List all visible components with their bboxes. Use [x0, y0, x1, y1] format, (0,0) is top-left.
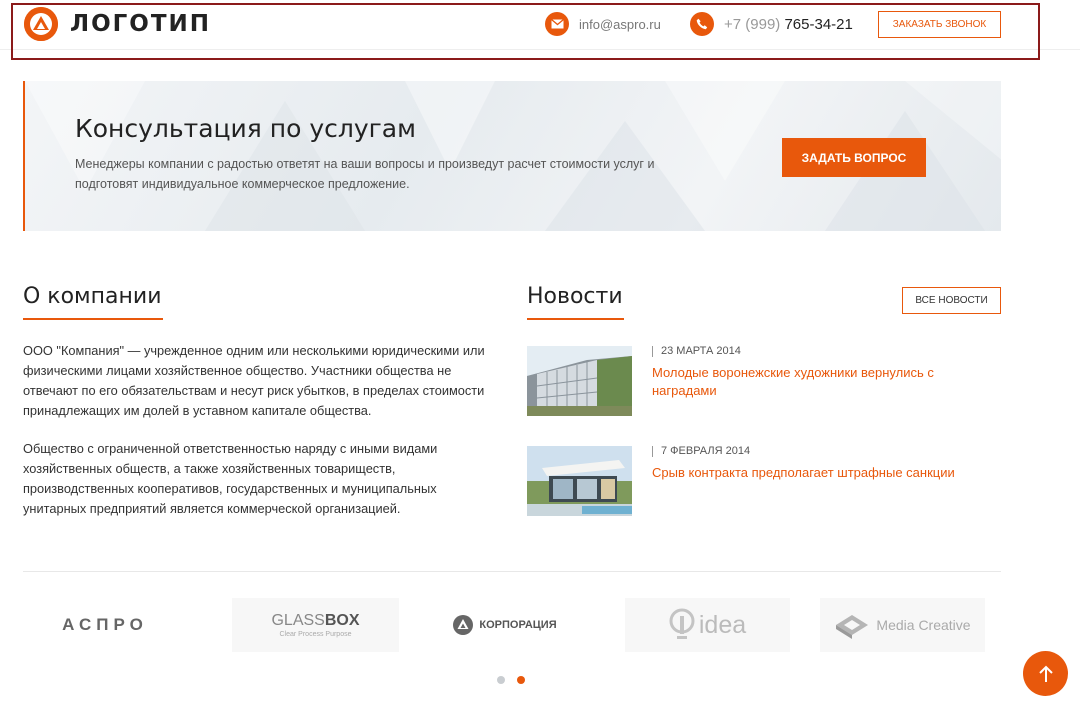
about-title-underline: [23, 318, 163, 320]
highlight-frame: [11, 3, 1040, 60]
consultation-banner: Консультация по услугам Менеджеры компан…: [23, 81, 1001, 231]
about-title: О компании: [23, 284, 162, 309]
partner-media-creative-logo[interactable]: Media Creative: [820, 598, 985, 652]
banner-text: Менеджеры компании с радостью ответят на…: [75, 157, 655, 191]
all-news-button[interactable]: Все новости: [902, 287, 1001, 314]
lightbulb-icon: [669, 608, 695, 639]
media-creative-text: Media Creative: [876, 617, 971, 633]
corporation-icon: [453, 615, 474, 635]
partner-corporation-logo[interactable]: КОРПОРАЦИЯ: [430, 598, 580, 652]
carousel-dot[interactable]: [497, 676, 505, 684]
partner-glassbox-logo[interactable]: GLASSBOX Clear Process Purpose: [232, 598, 399, 652]
section-divider: [23, 571, 1001, 572]
news-link[interactable]: Молодые воронежские художники вернулись …: [652, 364, 982, 400]
banner-title: Консультация по услугам: [75, 114, 416, 143]
scroll-up-button[interactable]: [1023, 651, 1068, 696]
arrow-up-icon: [1038, 665, 1053, 682]
about-paragraph-2: Общество с ограниченной ответственностью…: [23, 441, 438, 516]
news-image[interactable]: [527, 446, 632, 516]
news-date: 23 марта 2014: [652, 346, 741, 357]
idea-text: idea: [698, 610, 747, 639]
media-creative-icon: [836, 615, 869, 639]
news-title: Новости: [527, 284, 623, 309]
corporation-text: КОРПОРАЦИЯ: [479, 619, 557, 631]
glassbox-wordmark: GLASSBOX: [271, 612, 360, 629]
partner-idea-logo[interactable]: idea: [625, 598, 790, 652]
ask-question-button[interactable]: ЗАДАТЬ ВОПРОС: [782, 138, 926, 177]
news-title-underline: [527, 318, 624, 320]
about-paragraph-1: ООО "Компания" — учрежденное одним или н…: [23, 343, 485, 418]
news-date: 7 февраля 2014: [652, 446, 750, 457]
carousel-dot-active[interactable]: [517, 676, 525, 684]
news-image[interactable]: [527, 346, 632, 416]
news-link[interactable]: Срыв контракта предполагает штрафные сан…: [652, 464, 982, 482]
glassbox-tagline: Clear Process Purpose: [279, 631, 352, 638]
partner-aspro-logo[interactable]: АСПРО: [30, 598, 180, 652]
